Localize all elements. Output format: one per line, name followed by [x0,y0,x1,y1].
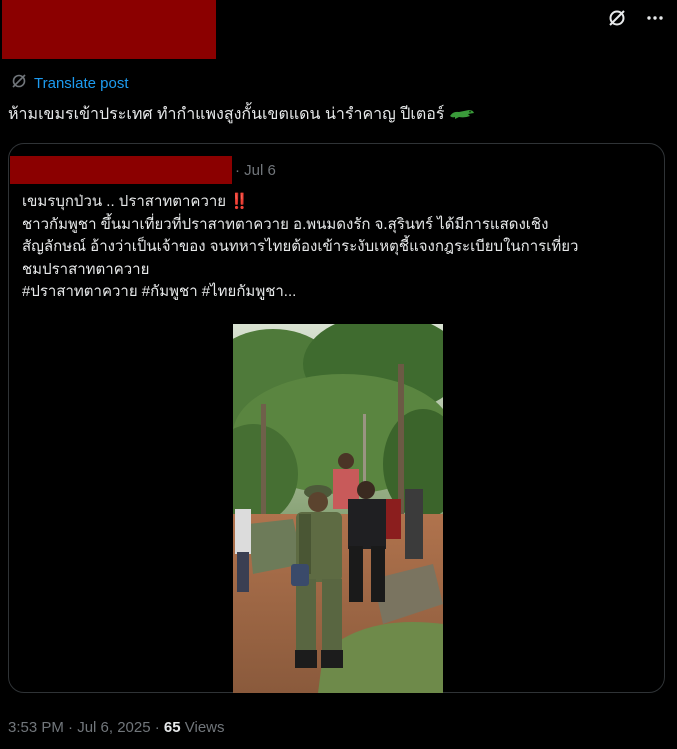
translate-post-label: Translate post [34,74,129,92]
crocodile-emoji [449,106,475,123]
quoted-hashtags[interactable]: #ปราสาทตาควาย #กัมพูชา #ไทยกัมพูชา... [22,281,652,304]
translate-icon [10,72,28,94]
video-scene [233,324,443,693]
post-actions [605,6,667,30]
post-text: ห้ามเขมรเข้าประเทศ ทำกำแพงสูงกั้นเขตแดน … [8,102,668,128]
post-meta: 3:53 PM · Jul 6, 2025 · 65 Views [8,717,225,739]
post-timestamp[interactable]: 3:53 PM · Jul 6, 2025 · [8,719,164,736]
quoted-post-date[interactable]: · Jul 6 [235,161,276,181]
translate-post-link[interactable]: Translate post [10,72,129,94]
quoted-author-redaction [10,156,232,184]
quoted-line-4: ชมปราสาทตาควาย [22,260,150,278]
quoted-video-thumbnail[interactable] [233,324,443,693]
grok-icon[interactable] [605,6,629,30]
author-redaction [2,0,216,59]
quoted-line-2: ชาวกัมพูชา ขึ้นมาเที่ยวที่ปราสาทตาควาย อ… [22,215,549,233]
more-icon[interactable] [643,6,667,30]
views-count: 65 [163,719,181,736]
quoted-headline: เขมรบุกป่วน .. ปราสาทตาควาย [22,193,227,210]
quoted-post-text: เขมรบุกป่วน .. ปราสาทตาควาย ‼️ ชาวกัมพูช… [22,191,652,304]
quoted-line-3: สัญลักษณ์ อ้างว่าเป็นเจ้าของ จนทหารไทยต้… [22,238,579,255]
post-body: ห้ามเขมรเข้าประเทศ ทำกำแพงสูงกั้นเขตแดน … [8,106,445,123]
double-exclamation-emoji: ‼️ [230,193,249,210]
views-label: Views [180,719,225,736]
